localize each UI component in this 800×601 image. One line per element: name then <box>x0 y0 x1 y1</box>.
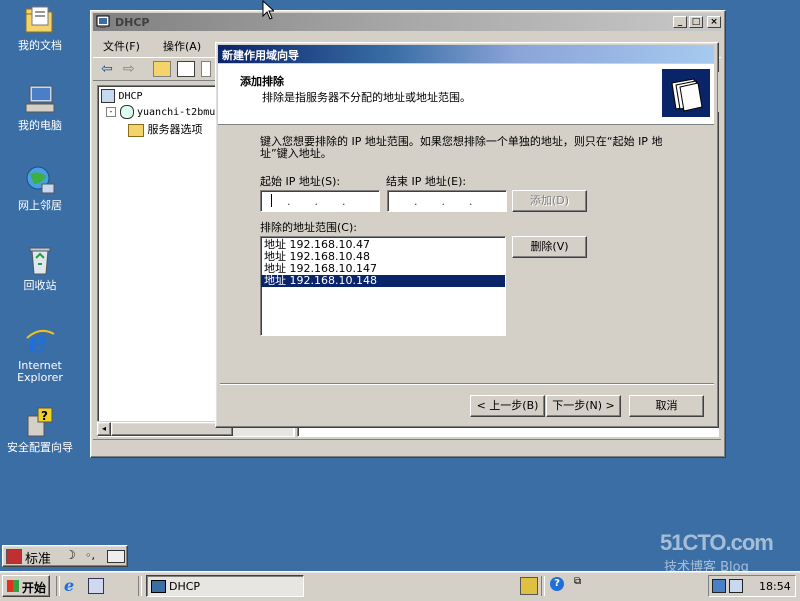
tree-item-server-options[interactable]: 服务器选项 <box>128 121 203 137</box>
quicklaunch-ie-icon[interactable]: e <box>64 576 74 595</box>
wizard-separator <box>220 383 714 385</box>
globe-network-icon <box>24 164 56 196</box>
forward-arrow-icon[interactable]: ⇨ <box>123 61 135 77</box>
mouse-cursor-icon <box>262 0 276 23</box>
desktop-icon-recycle-bin[interactable]: 回收站 <box>0 244 80 292</box>
excluded-address-list[interactable]: 地址 192.168.10.47 地址 192.168.10.48 地址 192… <box>260 236 506 336</box>
dhcp-app-icon <box>96 15 110 29</box>
ime-mode-label[interactable]: 标准 <box>25 548 51 567</box>
minimize-button[interactable]: _ <box>673 16 687 28</box>
internet-explorer-icon: e <box>24 324 56 360</box>
server-node-icon <box>119 105 134 119</box>
scroll-left-arrow-icon[interactable]: ◂ <box>97 422 111 436</box>
wizard-title: 新建作用域向导 <box>222 49 299 62</box>
watermark: 51CTO.com 技术博客 Blog <box>660 530 774 575</box>
new-scope-wizard-dialog: 新建作用域向导 添加排除 排除是指服务器不分配的地址或地址范围。 键入您想要排除… <box>215 42 719 428</box>
wizard-folders-icon <box>662 69 710 117</box>
desktop-icon-my-computer[interactable]: 我的电脑 <box>0 84 80 132</box>
quicklaunch-separator <box>138 576 142 596</box>
display-tray-icon[interactable] <box>729 579 743 593</box>
svg-text:e: e <box>28 325 47 356</box>
wizard-titlebar[interactable]: 新建作用域向导 <box>218 45 714 63</box>
recycle-bin-icon <box>24 244 56 276</box>
tree-item-label: DHCP <box>118 91 143 102</box>
desktop-icon-internet-explorer[interactable]: e Internet Explorer <box>0 324 80 384</box>
start-ip-label: 起始 IP 地址(S): <box>260 175 341 188</box>
start-label: 开始 <box>22 581 47 595</box>
cancel-button[interactable]: 取消 <box>629 395 704 417</box>
watermark-line1: 51CTO.com <box>660 530 774 555</box>
toolbar-separator-icon <box>201 61 211 77</box>
soft-keyboard-icon[interactable] <box>107 550 125 563</box>
remove-button[interactable]: 删除(V) <box>512 236 587 258</box>
end-ip-field[interactable]: ... <box>387 190 507 212</box>
ime-logo-icon <box>6 549 22 564</box>
tree-item-label: 服务器选项 <box>147 123 203 136</box>
ip-dots: ... <box>414 195 497 208</box>
dhcp-titlebar[interactable]: DHCP _ □ × <box>93 13 721 31</box>
quicklaunch-separator <box>56 576 60 596</box>
text-cursor <box>271 194 272 207</box>
network-tray-icon[interactable] <box>712 579 726 593</box>
ime-toolbar[interactable]: 标准 ☽ ◦, <box>2 545 128 567</box>
quicklaunch-show-desktop-icon[interactable] <box>88 578 104 594</box>
collapse-box-icon: - <box>106 107 116 117</box>
desktop-icon-security-wizard[interactable]: ? 安全配置向导 <box>0 406 80 454</box>
dhcp-window-title: DHCP <box>115 16 150 29</box>
desktop-icon-label: 网上邻居 <box>18 199 62 212</box>
clock[interactable]: 18:54 <box>759 580 791 593</box>
help-icon[interactable]: ? <box>550 577 564 591</box>
desktop-icon-label: 我的电脑 <box>18 119 62 132</box>
system-tray: 18:54 <box>708 575 796 597</box>
end-ip-label: 结束 IP 地址(E): <box>386 175 467 188</box>
folder-icon <box>128 123 144 137</box>
ip-dots: ... <box>287 195 370 208</box>
wizard-heading: 添加排除 <box>240 75 284 88</box>
task-label: DHCP <box>169 580 201 593</box>
status-bar <box>93 439 721 454</box>
start-button[interactable]: 开始 <box>2 575 50 597</box>
tray-dhcp-icon[interactable] <box>520 577 538 595</box>
taskbar-button-dhcp[interactable]: DHCP <box>146 575 304 597</box>
halfwidth-moon-icon[interactable]: ☽ <box>65 548 76 562</box>
desktop-icon-network[interactable]: 网上邻居 <box>0 164 80 212</box>
wizard-instruction: 键入您想要排除的 IP 地址范围。如果您想排除一个单独的地址，则只在“起始 IP… <box>260 135 663 160</box>
start-ip-field[interactable]: ... <box>260 190 380 212</box>
excluded-range-label: 排除的地址范围(C): <box>260 221 357 234</box>
svg-text:?: ? <box>41 409 48 423</box>
next-button[interactable]: 下一步(N) > <box>546 395 621 417</box>
computer-icon <box>24 84 56 116</box>
tray-separator <box>541 576 545 596</box>
folder-documents-icon <box>24 4 56 36</box>
desktop-icon-label: 我的文档 <box>18 39 62 52</box>
dhcp-server-icon <box>101 89 115 103</box>
tree-item-dhcp[interactable]: DHCP <box>101 89 143 103</box>
desktop-icon-my-documents[interactable]: 我的文档 <box>0 4 80 52</box>
taskbar: 开始 e DHCP ? ⧉ 18:54 <box>0 571 800 601</box>
detail-vertical-scrollbar[interactable] <box>717 72 724 112</box>
back-arrow-icon[interactable]: ⇦ <box>101 61 113 77</box>
back-button[interactable]: < 上一步(B) <box>470 395 545 417</box>
desktop-icon-label: 回收站 <box>23 279 57 292</box>
wizard-subheading: 排除是指服务器不分配的地址或地址范围。 <box>262 91 471 104</box>
window-list-icon[interactable]: ⧉ <box>574 576 581 587</box>
tree-item-server[interactable]: - yuanchi-t2bmu <box>106 105 215 119</box>
punctuation-icon[interactable]: ◦, <box>85 549 95 562</box>
windows-logo-icon <box>7 580 19 592</box>
menu-file[interactable]: 文件(F) <box>103 38 140 54</box>
up-folder-icon[interactable] <box>153 61 171 77</box>
wizard-header: 添加排除 排除是指服务器不分配的地址或地址范围。 <box>218 64 714 125</box>
desktop-icon-label: Internet Explorer <box>17 359 63 384</box>
show-tree-icon[interactable] <box>177 61 195 77</box>
security-wizard-icon: ? <box>24 406 56 438</box>
desktop-icon-label: 安全配置向导 <box>7 441 73 454</box>
add-button[interactable]: 添加(D) <box>512 190 587 212</box>
close-button[interactable]: × <box>707 16 721 28</box>
menu-action[interactable]: 操作(A) <box>163 38 201 54</box>
tree-item-label: yuanchi-t2bmu <box>137 107 216 118</box>
list-item-selected[interactable]: 地址 192.168.10.148 <box>261 275 505 287</box>
maximize-button[interactable]: □ <box>689 16 703 28</box>
dhcp-app-icon <box>151 580 166 593</box>
